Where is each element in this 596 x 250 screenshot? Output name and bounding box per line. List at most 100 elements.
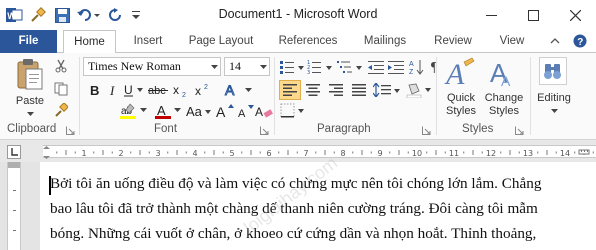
highlight-icon[interactable]: ab — [118, 101, 138, 121]
font-name-box[interactable]: Times New Roman — [83, 57, 221, 76]
ruler-tick — [315, 151, 317, 154]
paste-label[interactable]: Paste — [10, 95, 50, 108]
ruler-number: 13 — [523, 149, 533, 158]
ribbon-separator — [79, 57, 80, 135]
numbering-icon[interactable]: 123 — [307, 57, 335, 77]
tab-selector[interactable] — [7, 145, 21, 159]
svg-text:x: x — [173, 83, 179, 97]
editing-dropdown-icon[interactable] — [549, 107, 559, 115]
vertical-ruler[interactable] — [7, 162, 21, 250]
quick-styles-icon[interactable]: A — [444, 55, 476, 91]
font-launcher-icon[interactable] — [260, 126, 269, 135]
superscript-button[interactable]: x2 — [194, 81, 214, 99]
underline-button[interactable]: U — [122, 81, 146, 99]
tab-insert[interactable]: Insert — [128, 30, 168, 53]
svg-text:Z: Z — [409, 69, 414, 75]
align-left-button[interactable] — [279, 80, 301, 100]
svg-text:A: A — [238, 108, 246, 119]
decrease-indent-icon[interactable] — [367, 57, 385, 77]
tab-home[interactable]: Home — [63, 30, 116, 54]
borders-icon[interactable] — [280, 101, 308, 121]
help-icon[interactable]: ? — [572, 33, 588, 49]
ruler-number: 14 — [560, 149, 570, 158]
paste-icon[interactable] — [14, 57, 46, 95]
save-icon[interactable] — [52, 6, 72, 24]
close-button[interactable] — [554, 0, 596, 30]
italic-button[interactable]: I — [105, 81, 121, 99]
subscript-button[interactable]: x2 — [172, 81, 192, 99]
bullets-icon[interactable] — [280, 57, 306, 77]
horizontal-ruler[interactable]: 1 2 3 4 5 6 7 8 9 10 11 12 13 14 — [43, 145, 596, 159]
tab-file[interactable]: File — [0, 30, 57, 53]
title-bar: W Document1 - Microsoft Word — [0, 0, 596, 30]
change-styles-icon[interactable]: AA — [488, 55, 520, 91]
ruler-number: 1 — [81, 149, 86, 158]
customize-qat-icon[interactable] — [130, 6, 142, 24]
view-ruler-icon[interactable] — [576, 144, 592, 160]
svg-text:A: A — [444, 58, 465, 90]
copy-icon[interactable] — [53, 82, 69, 96]
editing-icon[interactable] — [539, 57, 567, 85]
ruler-tick — [509, 150, 511, 155]
ruler-tick — [370, 151, 372, 154]
ruler-tick — [472, 150, 474, 155]
document-line-3: bóng. Những cái vuốt ở chân, ở khoeo cứ … — [50, 225, 537, 242]
ruler-tick — [463, 151, 465, 154]
tab-references[interactable]: References — [274, 30, 342, 53]
text-effects-dropdown-icon[interactable] — [243, 81, 253, 99]
quick-styles-label[interactable]: Quick Styles — [439, 92, 483, 118]
justify-button[interactable] — [349, 80, 369, 100]
quick-access-toolbar: W — [4, 6, 146, 24]
cut-icon[interactable] — [53, 59, 69, 73]
ruler-number: 12 — [486, 149, 496, 158]
styles-launcher-icon[interactable] — [515, 126, 524, 135]
text-effects-icon[interactable]: A — [223, 81, 243, 99]
tab-review[interactable]: Review — [431, 30, 475, 53]
highlight-dropdown-icon[interactable] — [138, 105, 148, 115]
collapse-ribbon-icon[interactable] — [548, 34, 562, 48]
align-right-button[interactable] — [326, 80, 346, 100]
ruler-tick — [241, 151, 243, 154]
svg-text:A: A — [409, 61, 414, 68]
clipboard-launcher-icon[interactable] — [66, 126, 75, 135]
svg-text:¶: ¶ — [430, 61, 438, 74]
tab-view[interactable]: View — [494, 30, 530, 53]
tab-page-layout[interactable]: Page Layout — [184, 30, 258, 53]
shading-icon[interactable] — [406, 80, 434, 100]
sort-icon[interactable]: AZ — [408, 57, 426, 77]
document-line-2: bao lâu tôi đã trở thành một chàng dế th… — [50, 200, 538, 217]
strikethrough-button[interactable]: abc — [148, 81, 170, 99]
ruler-tick — [74, 151, 76, 154]
editing-label[interactable]: Editing — [532, 92, 576, 105]
format-painter-icon[interactable] — [53, 103, 69, 117]
word-app-icon[interactable]: W — [4, 6, 24, 24]
change-styles-label[interactable]: Change Styles — [480, 92, 528, 118]
undo-icon[interactable] — [76, 6, 102, 24]
grow-font-icon[interactable]: A — [215, 101, 235, 121]
ruler-tick — [93, 151, 95, 154]
ruler-tick — [500, 151, 502, 154]
increase-indent-icon[interactable] — [387, 57, 405, 77]
change-case-icon[interactable]: Aa — [186, 101, 212, 121]
paste-dropdown-icon[interactable] — [25, 110, 35, 118]
line-spacing-icon[interactable] — [373, 80, 401, 100]
tab-mailings[interactable]: Mailings — [359, 30, 411, 53]
ruler-tick — [259, 151, 261, 154]
paragraph-launcher-icon[interactable] — [422, 126, 431, 135]
maximize-button[interactable] — [512, 0, 554, 30]
ribbon-separator — [530, 57, 531, 135]
font-color-dropdown-icon[interactable] — [172, 105, 182, 115]
font-color-icon[interactable]: A — [153, 101, 173, 121]
multilevel-list-icon[interactable] — [337, 57, 365, 77]
font-name-dropdown-icon[interactable] — [209, 63, 219, 71]
bold-button[interactable]: B — [86, 81, 104, 99]
align-center-button[interactable] — [303, 80, 323, 100]
redo-icon[interactable] — [106, 6, 126, 24]
clear-formatting-icon[interactable]: A — [255, 101, 273, 121]
document-line-1: Bởi tôi ăn uống điều độ và làm việc có c… — [50, 175, 542, 192]
format-painter-qat-icon[interactable] — [28, 6, 48, 24]
font-size-dropdown-icon[interactable] — [258, 63, 268, 71]
shrink-font-icon[interactable]: A — [236, 101, 256, 121]
minimize-button[interactable] — [470, 0, 512, 30]
document-page[interactable]: Bởi tôi ăn uống điều độ và làm việc có c… — [40, 153, 596, 250]
